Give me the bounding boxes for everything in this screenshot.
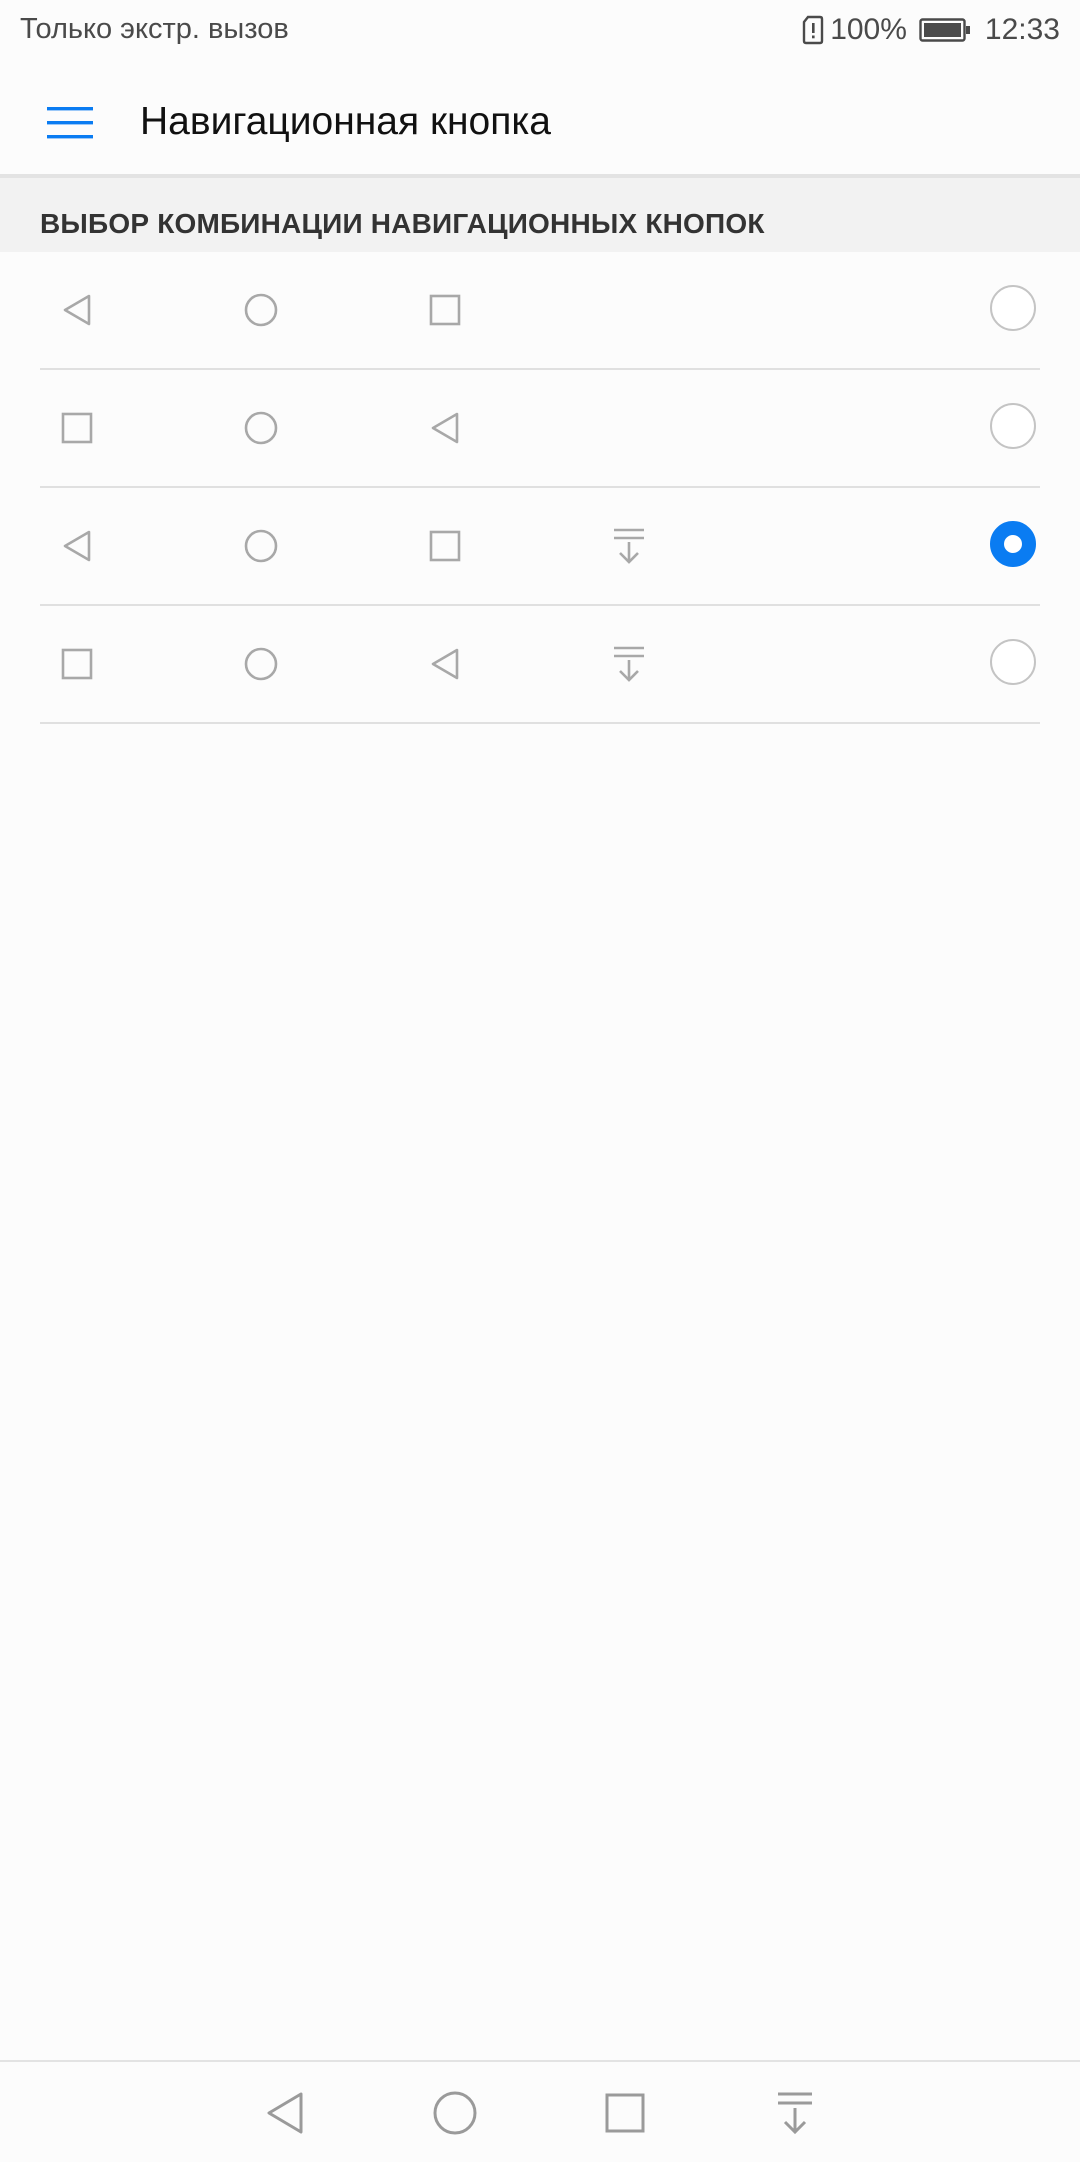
back-icon	[424, 407, 466, 449]
nav-combination-option-2[interactable]	[40, 370, 1040, 488]
section-title: ВЫБОР КОМБИНАЦИИ НАВИГАЦИОННЫХ КНОПОК	[40, 208, 765, 239]
notifications-pulldown-icon	[608, 525, 650, 567]
sim-alert-icon	[802, 15, 824, 45]
back-icon	[56, 289, 98, 331]
clock: 12:33	[984, 13, 1060, 46]
back-icon	[424, 643, 466, 685]
radio-button[interactable]	[990, 639, 1036, 685]
recents-icon	[56, 407, 98, 449]
system-navigation-bar	[0, 2060, 1080, 2162]
nav-combination-option-3[interactable]	[40, 488, 1040, 606]
radio-button[interactable]	[990, 285, 1036, 331]
status-bar: Только экстр. вызов 100% 12:33	[0, 0, 1080, 62]
nav-recents-button[interactable]	[602, 2090, 648, 2136]
recents-icon	[605, 2093, 645, 2133]
back-icon	[267, 2092, 303, 2134]
hamburger-menu-icon	[47, 107, 93, 139]
page-title: Навигационная кнопка	[140, 100, 551, 143]
nav-combination-option-4[interactable]	[40, 606, 1040, 724]
back-icon	[56, 525, 98, 567]
home-icon	[240, 289, 282, 331]
nav-combination-option-1[interactable]	[40, 252, 1040, 370]
status-icons: 100% 12:33	[802, 10, 1060, 50]
home-icon	[240, 525, 282, 567]
recents-icon	[424, 525, 466, 567]
recents-icon	[424, 289, 466, 331]
home-icon	[240, 407, 282, 449]
battery-percent: 100%	[830, 13, 907, 46]
battery-icon	[919, 18, 971, 42]
menu-button[interactable]	[36, 92, 104, 154]
nav-back-button[interactable]	[262, 2090, 308, 2136]
notifications-pulldown-icon	[778, 2092, 812, 2135]
section-header: ВЫБОР КОМБИНАЦИИ НАВИГАЦИОННЫХ КНОПОК	[0, 178, 1080, 252]
nav-home-button[interactable]	[432, 2090, 478, 2136]
radio-button-selected[interactable]	[990, 521, 1036, 567]
app-bar: Навигационная кнопка	[0, 62, 1080, 178]
home-icon	[240, 643, 282, 685]
recents-icon	[56, 643, 98, 685]
notifications-pulldown-icon	[608, 643, 650, 685]
emergency-calls-only-text: Только экстр. вызов	[20, 13, 289, 45]
nav-combination-list	[0, 252, 1080, 724]
radio-button[interactable]	[990, 403, 1036, 449]
nav-notifications-button[interactable]	[772, 2090, 818, 2136]
home-icon	[433, 2091, 477, 2135]
